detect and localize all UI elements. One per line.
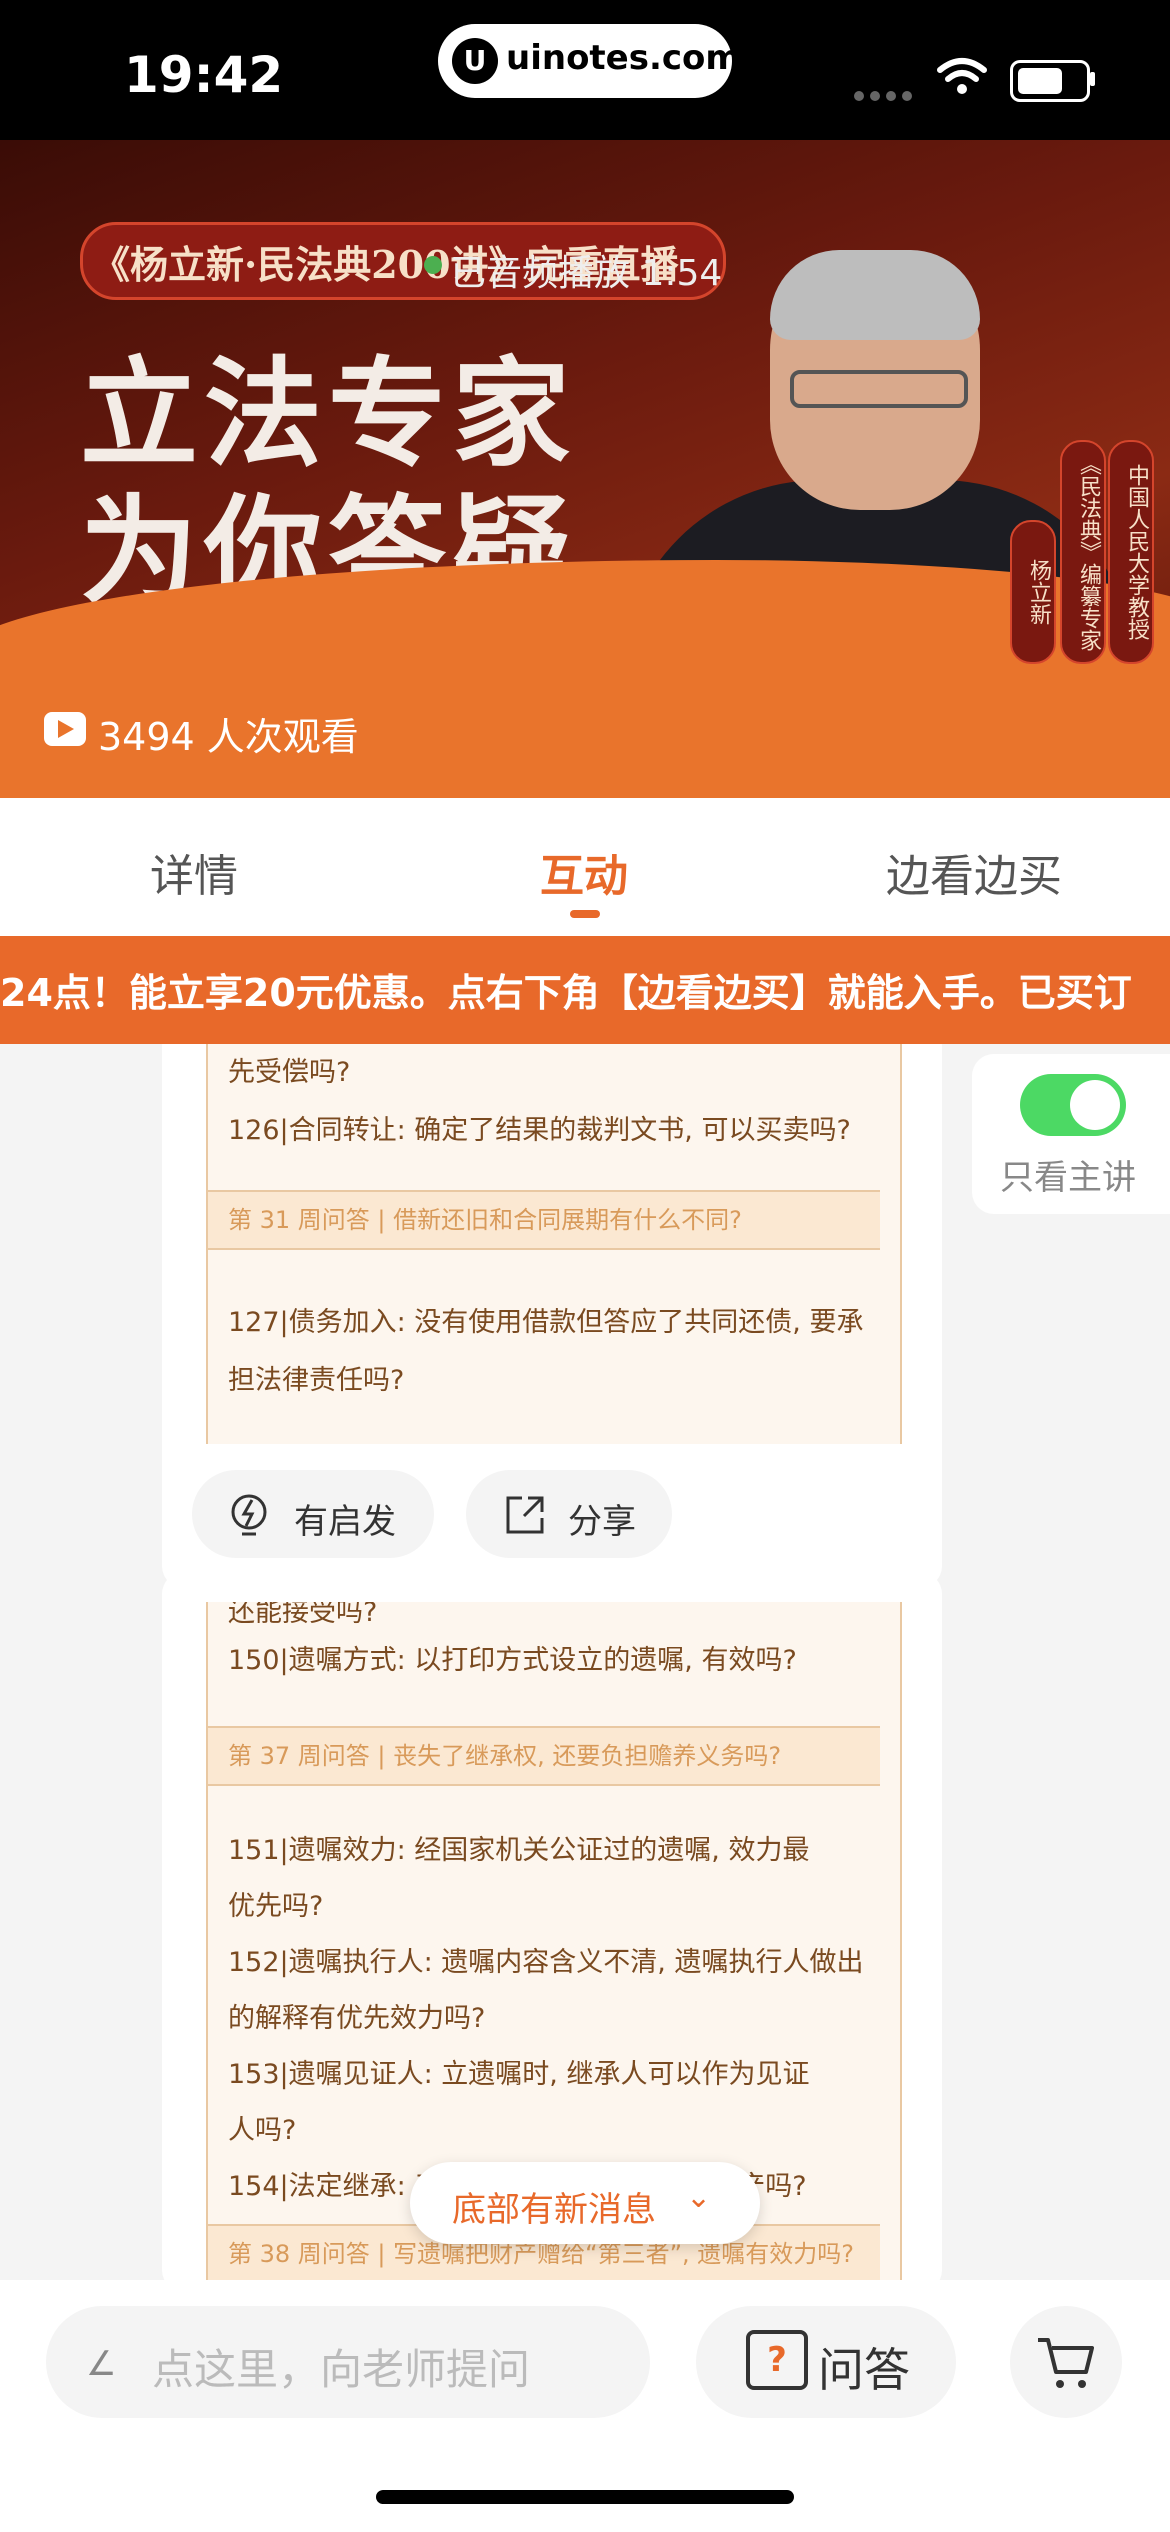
tab-detail[interactable]: 详情 xyxy=(150,840,238,904)
doc-section-header: 第 37 周问答 | 丧失了继承权, 还要负担赡养义务吗? xyxy=(208,1726,880,1786)
doc-line: 的解释有优先效力吗? xyxy=(228,2003,486,2034)
replay-status-dot xyxy=(424,256,442,274)
home-indicator xyxy=(376,2490,794,2504)
doc-section-header: 第 31 周问答 | 借新还旧和合同展期有什么不同? xyxy=(208,1190,880,1250)
doc-line: 先受偿吗? xyxy=(228,1057,351,1088)
share-icon xyxy=(506,1496,544,1534)
doc-line: 151|遗嘱效力: 经国家机关公证过的遗嘱, 效力最 xyxy=(228,1835,810,1866)
message-image[interactable]: 先受偿吗? 126|合同转让: 确定了结果的裁判文书, 可以买卖吗? 第 31 … xyxy=(206,1044,902,1444)
double-chevron-down-icon: ⌄ xyxy=(686,2180,712,2215)
doc-line: 153|遗嘱见证人: 立遗嘱时, 继承人可以作为见证 xyxy=(228,2059,810,2090)
speaker-role-tag: 《民法典》编纂专家 xyxy=(1060,440,1106,664)
doc-line: 152|遗嘱执行人: 遗嘱内容含义不清, 遗嘱执行人做出 xyxy=(228,1947,864,1978)
speaker-portrait-glasses xyxy=(790,370,968,408)
promo-marquee-text: 24点！能立享20元优惠。点右下角【边看边买】就能入手。已买订 xyxy=(0,971,1132,1015)
replay-status: 已音频播放 1:54 xyxy=(450,253,723,294)
doc-line: 担法律责任吗? xyxy=(228,1365,405,1396)
status-time: 19:42 xyxy=(124,46,284,104)
message-feed[interactable]: 先受偿吗? 126|合同转让: 确定了结果的裁判文书, 可以买卖吗? 第 31 … xyxy=(0,1044,1170,2280)
new-message-label: 底部有新消息 xyxy=(452,2190,656,2230)
question-bubble-icon: ? xyxy=(746,2330,808,2390)
active-tab-indicator xyxy=(570,910,600,918)
host-only-label: 只看主讲 xyxy=(1000,1158,1136,1198)
tab-interact[interactable]: 互动 xyxy=(540,840,628,904)
doc-line: 150|遗嘱方式: 以打印方式设立的遗嘱, 有效吗? xyxy=(228,1645,797,1676)
signal-icon xyxy=(854,86,918,105)
inspire-label: 有启发 xyxy=(294,1502,396,1542)
speaker-name-tag: 杨立新 xyxy=(1010,520,1056,664)
doc-line: 还能接受吗? xyxy=(228,1602,378,1628)
qa-label: 问答 xyxy=(818,2343,910,2397)
share-label: 分享 xyxy=(568,1502,636,1542)
site-logo-icon: U xyxy=(452,38,498,84)
speaker-title-tag: 中国人民大学教授 xyxy=(1108,440,1154,664)
play-icon-triangle xyxy=(58,720,74,738)
battery-level xyxy=(1018,68,1062,94)
speaker-portrait-hair xyxy=(770,250,980,340)
lightbulb-icon xyxy=(231,1494,267,1536)
message-card: 先受偿吗? 126|合同转让: 确定了结果的裁判文书, 可以买卖吗? 第 31 … xyxy=(162,1044,942,1588)
toggle-knob xyxy=(1070,1080,1120,1130)
doc-line: 126|合同转让: 确定了结果的裁判文书, 可以买卖吗? xyxy=(228,1115,851,1146)
battery-tip xyxy=(1090,72,1095,86)
cart-icon xyxy=(1038,2338,1094,2388)
doc-line: 人吗? xyxy=(228,2115,297,2146)
tab-buy-while-watching[interactable]: 边看边买 xyxy=(886,840,1062,904)
pen-icon: ∠ xyxy=(86,2344,117,2384)
doc-line: 127|债务加入: 没有使用借款但答应了共同还债, 要承 xyxy=(228,1307,864,1338)
doc-line: 优先吗? xyxy=(228,1891,324,1922)
url-text: uinotes.com xyxy=(506,38,741,78)
wifi-icon xyxy=(937,58,987,94)
view-count: 3494 人次观看 xyxy=(98,715,359,759)
ask-question-placeholder: 点这里，向老师提问 xyxy=(152,2345,531,2394)
